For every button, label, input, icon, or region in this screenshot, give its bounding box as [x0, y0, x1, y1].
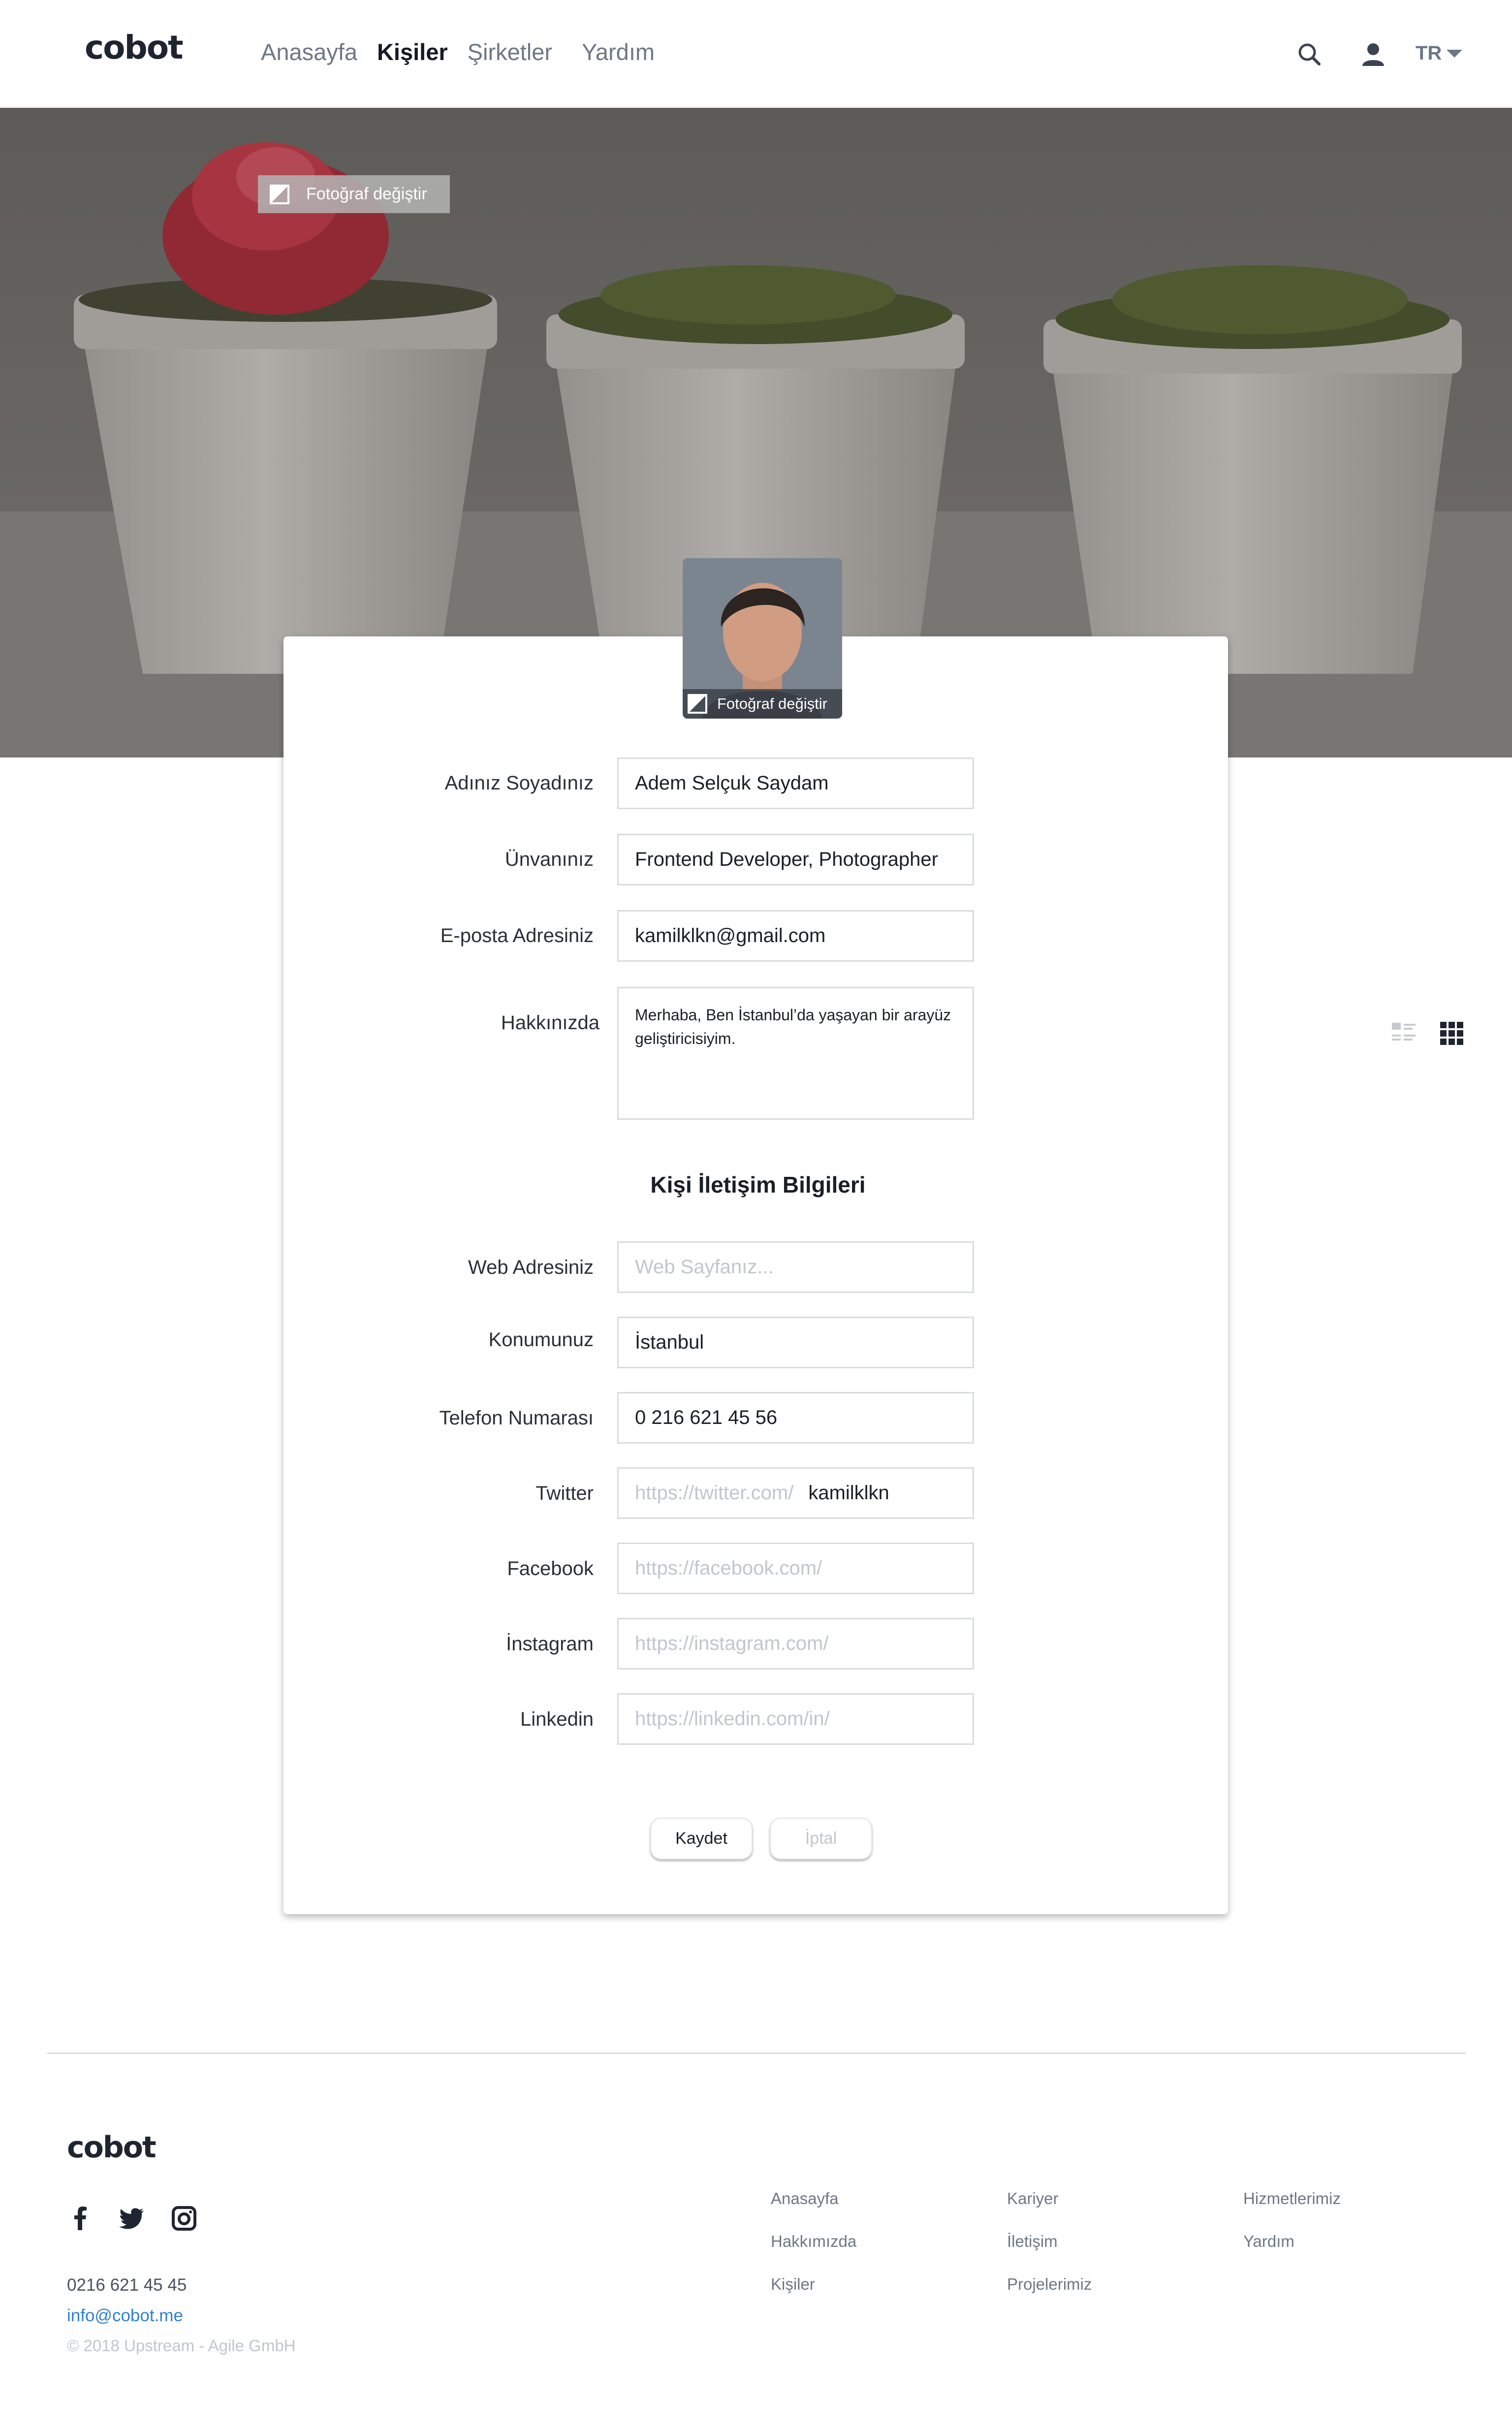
- language-label: TR: [1416, 42, 1442, 64]
- footer-divider: [47, 2052, 1466, 2054]
- footer-copyright: © 2018 Upstream - Agile GmbH: [67, 2336, 296, 2355]
- user-icon[interactable]: [1359, 40, 1387, 68]
- twitter-label: Twitter: [536, 1483, 594, 1504]
- about-label: Hakkınızda: [501, 1012, 599, 1034]
- cancel-button[interactable]: İptal: [770, 1818, 872, 1860]
- footer-email-link[interactable]: info@cobot.me: [67, 2306, 183, 2326]
- avatar-change-photo-label: Fotoğraf değiştir: [717, 695, 827, 712]
- footer-link-kariyer[interactable]: Kariyer: [1007, 2189, 1059, 2208]
- save-button[interactable]: Kaydet: [650, 1818, 753, 1860]
- email-field[interactable]: kamilklkn@gmail.com: [617, 910, 974, 962]
- footer-link-projelerimiz[interactable]: Projelerimiz: [1007, 2275, 1092, 2294]
- facebook-label: Facebook: [507, 1558, 594, 1579]
- phone-field[interactable]: 0 216 621 45 56: [617, 1392, 974, 1444]
- facebook-icon[interactable]: [67, 2205, 94, 2232]
- twitter-value: kamilklkn: [808, 1482, 889, 1504]
- nav-item-yardim[interactable]: Yardım: [582, 38, 655, 65]
- list-view-icon[interactable]: [1391, 1021, 1417, 1046]
- footer-logo[interactable]: cobot: [67, 2130, 157, 2165]
- main-nav: Anasayfa Kişiler Şirketler Yardım: [261, 38, 674, 65]
- grid-view-icon[interactable]: [1439, 1021, 1465, 1046]
- footer-link-iletisim[interactable]: İletişim: [1007, 2232, 1058, 2251]
- location-label: Konumunuz: [488, 1329, 594, 1351]
- logo[interactable]: cobot: [85, 29, 184, 66]
- cover-change-photo-button[interactable]: Fotoğraf değiştir: [258, 175, 450, 213]
- twitter-icon[interactable]: [118, 2205, 146, 2232]
- footer-link-yardim[interactable]: Yardım: [1243, 2232, 1294, 2251]
- twitter-prefix: https://twitter.com/: [635, 1482, 794, 1504]
- web-field[interactable]: Web Sayfanız...: [617, 1241, 974, 1293]
- footer-link-hizmetlerimiz[interactable]: Hizmetlerimiz: [1243, 2189, 1341, 2208]
- chevron-down-icon: [1447, 49, 1463, 58]
- language-selector[interactable]: TR: [1416, 42, 1463, 64]
- nav-item-sirketler[interactable]: Şirketler: [468, 38, 552, 65]
- cover-change-photo-label: Fotoğraf değiştir: [306, 185, 427, 203]
- footer-link-kisiler[interactable]: Kişiler: [771, 2275, 815, 2294]
- instagram-label: İnstagram: [506, 1633, 594, 1655]
- title-label: Ünvanınız: [504, 849, 594, 870]
- instagram-field[interactable]: https://instagram.com/: [617, 1618, 974, 1670]
- nav-item-kisiler[interactable]: Kişiler: [377, 38, 448, 65]
- about-textarea[interactable]: Merhaba, Ben İstanbul’da yaşayan bir ara…: [617, 987, 974, 1120]
- search-icon[interactable]: [1295, 40, 1323, 68]
- name-field[interactable]: Adem Selçuk Saydam: [617, 757, 974, 809]
- title-field[interactable]: Frontend Developer, Photographer: [617, 834, 974, 885]
- email-label: E-posta Adresiniz: [440, 925, 594, 946]
- linkedin-field[interactable]: https://linkedin.com/in/: [617, 1693, 974, 1745]
- facebook-field[interactable]: https://facebook.com/: [617, 1543, 974, 1594]
- footer-phone: 0216 621 45 45: [67, 2275, 187, 2295]
- twitter-field[interactable]: https://twitter.com/ kamilklkn: [617, 1467, 974, 1519]
- image-icon: [270, 184, 289, 204]
- contact-section-title: Kişi İletişim Bilgileri: [650, 1172, 866, 1198]
- instagram-icon[interactable]: [170, 2205, 198, 2232]
- image-icon: [688, 694, 707, 714]
- footer-link-hakkimizda[interactable]: Hakkımızda: [771, 2232, 856, 2251]
- web-label: Web Adresiniz: [468, 1257, 594, 1278]
- footer-link-anasayfa[interactable]: Anasayfa: [771, 2189, 839, 2208]
- location-field[interactable]: İstanbul: [617, 1317, 974, 1368]
- nav-item-anasayfa[interactable]: Anasayfa: [261, 38, 357, 65]
- avatar-change-photo-button[interactable]: Fotoğraf değiştir: [683, 689, 842, 719]
- top-header: cobot Anasayfa Kişiler Şirketler Yardım …: [0, 0, 1512, 108]
- phone-label: Telefon Numarası: [439, 1407, 594, 1429]
- name-label: Adınız Soyadınız: [444, 772, 594, 794]
- linkedin-label: Linkedin: [520, 1708, 594, 1730]
- avatar: Fotoğraf değiştir: [683, 558, 842, 719]
